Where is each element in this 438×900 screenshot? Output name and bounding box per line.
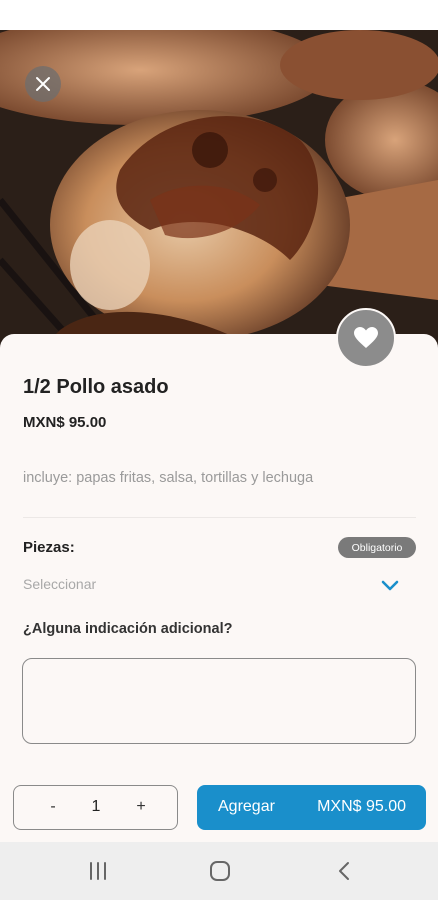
add-button-label: Agregar [218,798,275,815]
divider [23,517,416,518]
notes-label: ¿Alguna indicación adicional? [23,621,233,637]
quantity-stepper: - 1 + [13,785,178,830]
required-badge: Obligatorio [338,537,416,558]
status-bar [0,0,438,30]
add-button-price: MXN$ 95.00 [317,798,406,815]
close-icon [36,77,50,91]
notes-input[interactable] [22,658,416,744]
increment-button[interactable]: + [116,786,166,828]
piezas-label: Piezas: [23,539,75,556]
decrement-button[interactable]: - [28,786,78,828]
nav-home-button[interactable] [200,856,240,886]
product-description: incluye: papas fritas, salsa, tortillas … [23,470,314,486]
product-image [0,30,438,350]
quantity-value: 1 [91,798,101,815]
product-price: MXN$ 95.00 [23,414,107,431]
piezas-select[interactable]: Seleccionar [23,574,416,602]
add-to-cart-button[interactable]: Agregar MXN$ 95.00 [197,785,426,830]
recents-icon [90,862,106,880]
nav-back-button[interactable] [324,856,364,886]
system-nav-bar [0,842,438,900]
back-icon [339,862,349,880]
close-button[interactable] [25,66,61,102]
favorite-button[interactable] [336,308,396,368]
nav-recents-button[interactable] [78,856,118,886]
select-placeholder: Seleccionar [23,576,97,592]
home-icon [210,861,230,881]
product-title: 1/2 Pollo asado [23,376,169,398]
heart-icon [354,327,378,348]
chevron-down-icon [381,580,399,591]
